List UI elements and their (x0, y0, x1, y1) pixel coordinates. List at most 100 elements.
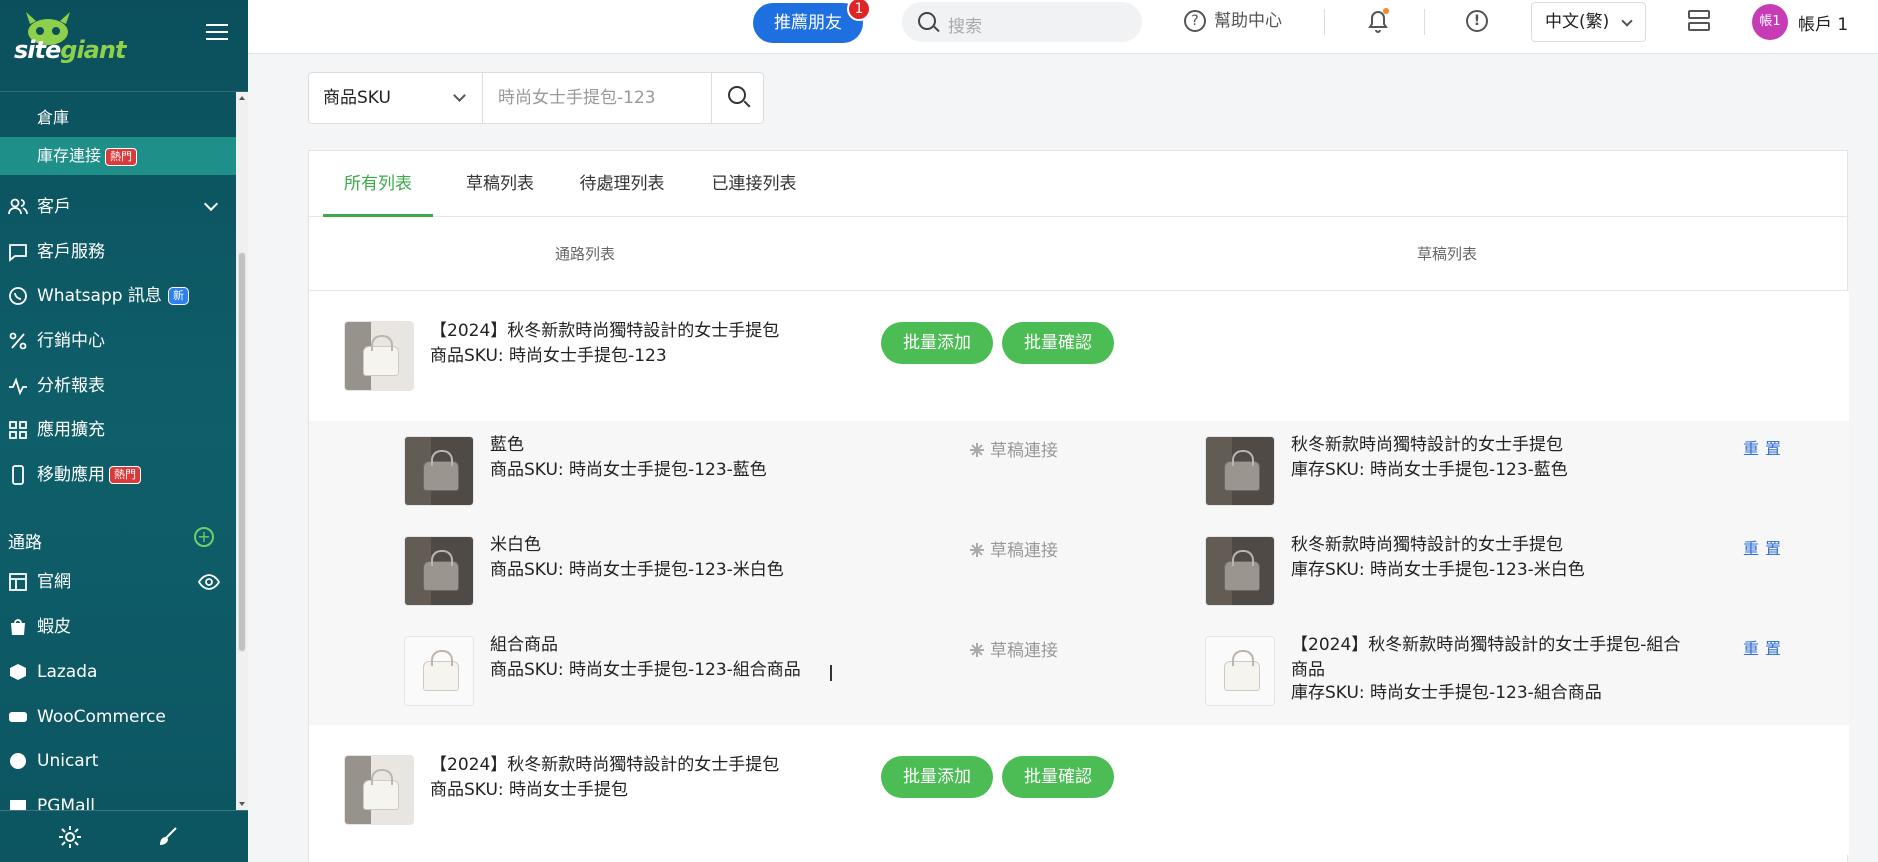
loading-icon (970, 643, 984, 657)
search-input[interactable]: 搜索 (902, 2, 1142, 42)
variant-sku: 商品SKU: 時尚女士手提包-123-米白色 (490, 560, 784, 580)
gear-icon[interactable] (58, 825, 82, 849)
sidebar-item-pgmall[interactable]: PGMall (0, 784, 236, 810)
eye-icon[interactable] (198, 574, 220, 590)
bell-icon[interactable] (1366, 8, 1390, 34)
sidebar-item-shopee[interactable]: 蝦皮 (0, 605, 236, 649)
draft-connect-status: 草稿連接 (970, 636, 1058, 661)
recommend-friend-button[interactable]: 推薦朋友 1 (753, 0, 871, 43)
draft-thumbnail (1205, 636, 1275, 706)
chevron-down-icon (1621, 15, 1633, 27)
top-bar: 推薦朋友 1 搜索 ? 幫助中心 ! 中文(繁) 帳1 帳戶 1 (248, 0, 1878, 54)
reset-link[interactable]: 重置 (1743, 435, 1787, 459)
draft-title: 秋冬新款時尚獨特設計的女士手提包 (1291, 535, 1563, 555)
batch-confirm-button[interactable]: 批量確認 (1002, 322, 1114, 364)
variant-name: 組合商品 (490, 635, 558, 655)
search-icon (918, 12, 936, 30)
batch-add-button[interactable]: 批量添加 (881, 756, 993, 798)
divider (1324, 9, 1325, 35)
logo-area: sitegiant (0, 0, 248, 92)
batch-add-button[interactable]: 批量添加 (881, 322, 993, 364)
sku-filter: 商品SKU 時尚女士手提包-123 (308, 72, 764, 124)
variant-thumbnail (404, 636, 474, 706)
variant-sku: 商品SKU: 時尚女士手提包-123-組合商品 (490, 660, 801, 680)
draft-connect-status: 草稿連接 (970, 436, 1058, 461)
draft-connect-status: 草稿連接 (970, 536, 1058, 561)
sidebar-item-mobile-app[interactable]: 移動應用 熱門 (0, 453, 236, 497)
product-group: 【2024】秋冬新款時尚獨特設計的女士手提包 商品SKU: 時尚女士手提包 批量… (309, 725, 1849, 855)
product-sku: 商品SKU: 時尚女士手提包-123 (430, 346, 667, 366)
tab-connected[interactable]: 已連接列表 (689, 151, 819, 217)
product-title: 【2024】秋冬新款時尚獨特設計的女士手提包 (430, 755, 780, 775)
sidebar-item-website[interactable]: 官網 (0, 560, 236, 604)
add-channel-icon[interactable]: + (194, 527, 214, 547)
sidebar-item-unicart[interactable]: Unicart (0, 739, 236, 783)
sidebar-item-lazada[interactable]: Lazada (0, 650, 236, 694)
product-thumbnail (344, 755, 414, 825)
variant-sku: 商品SKU: 時尚女士手提包-123-藍色 (490, 460, 767, 480)
question-icon: ? (1184, 10, 1206, 32)
avatar[interactable]: 帳1 (1752, 4, 1788, 40)
draft-thumbnail (1205, 436, 1275, 506)
draft-thumbnail (1205, 536, 1275, 606)
column-headers: 通路列表 草稿列表 (309, 217, 1849, 291)
column-draft-list: 草稿列表 (1417, 245, 1478, 263)
loading-icon (970, 443, 984, 457)
server-icon[interactable] (1688, 10, 1710, 32)
variant-thumbnail (404, 436, 474, 506)
variant-thumbnail (404, 536, 474, 606)
percent-icon (9, 332, 27, 350)
filter-search-input[interactable]: 時尚女士手提包-123 (484, 73, 710, 123)
sitegiant-logo[interactable]: sitegiant (12, 12, 126, 68)
sidebar-item-marketing[interactable]: 行銷中心 (0, 319, 236, 363)
filter-search-button[interactable] (711, 73, 763, 123)
tab-all[interactable]: 所有列表 (323, 151, 433, 217)
woo-icon (9, 712, 27, 722)
tab-pending[interactable]: 待處理列表 (557, 151, 687, 217)
sidebar-item-customers[interactable]: 客戶 (0, 185, 236, 229)
sidebar: sitegiant 倉庫 庫存連接 熱門 客戶 客戶服務 Whatsapp 訊息新… (0, 0, 248, 862)
account-label[interactable]: 帳戶 1 (1798, 10, 1848, 35)
language-select[interactable]: 中文(繁) (1531, 2, 1646, 42)
batch-confirm-button[interactable]: 批量確認 (1002, 756, 1114, 798)
new-badge: 新 (167, 287, 189, 305)
variant-row: 組合商品 商品SKU: 時尚女士手提包-123-組合商品 草稿連接 【2024】… (309, 621, 1849, 725)
sidebar-item-inventory-connect[interactable]: 庫存連接 熱門 (0, 137, 236, 175)
sidebar-footer (0, 810, 248, 862)
variant-row: 藍色 商品SKU: 時尚女士手提包-123-藍色 草稿連接 秋冬新款時尚獨特設計… (309, 421, 1849, 521)
hot-badge: 熱門 (109, 466, 141, 484)
variant-name: 藍色 (490, 435, 524, 455)
listing-panel: 所有列表 草稿列表 待處理列表 已連接列表 通路列表 草稿列表 【2024】秋冬… (308, 150, 1849, 862)
reset-link[interactable]: 重置 (1743, 635, 1787, 659)
sidebar-item-customer-service[interactable]: 客戶服務 (0, 230, 236, 274)
draft-sku: 庫存SKU: 時尚女士手提包-123-藍色 (1291, 460, 1568, 480)
brush-icon[interactable] (156, 825, 180, 849)
reset-link[interactable]: 重置 (1743, 535, 1787, 559)
draft-title-continued: 商品 (1291, 660, 1325, 680)
draft-title: 【2024】秋冬新款時尚獨特設計的女士手提包-組合 (1291, 635, 1681, 655)
users-icon (8, 198, 28, 215)
whatsapp-icon (9, 287, 27, 305)
sidebar-item-whatsapp[interactable]: Whatsapp 訊息新 (0, 274, 236, 318)
sidebar-item-woocommerce[interactable]: WooCommerce (0, 695, 236, 739)
sidebar-item-warehouse[interactable]: 倉庫 (0, 99, 236, 137)
draft-title: 秋冬新款時尚獨特設計的女士手提包 (1291, 435, 1563, 455)
sidebar-item-analytics[interactable]: 分析報表 (0, 364, 236, 408)
sidebar-nav: 倉庫 庫存連接 熱門 客戶 客戶服務 Whatsapp 訊息新 行銷中心 分析報表… (0, 92, 236, 810)
search-icon (728, 86, 746, 104)
product-sku: 商品SKU: 時尚女士手提包 (430, 780, 629, 800)
alert-icon[interactable]: ! (1466, 10, 1488, 32)
text-cursor-icon (830, 665, 832, 681)
divider (1424, 9, 1425, 35)
filter-field-select[interactable]: 商品SKU (309, 73, 483, 123)
menu-toggle-icon[interactable] (206, 24, 228, 42)
logo-text: sitegiant (14, 36, 126, 64)
tab-drafts[interactable]: 草稿列表 (445, 151, 555, 217)
product-group: 【2024】秋冬新款時尚獨特設計的女士手提包 商品SKU: 時尚女士手提包-12… (309, 291, 1849, 421)
help-center-link[interactable]: ? 幫助中心 (1184, 6, 1282, 36)
chevron-down-icon (203, 196, 219, 212)
sidebar-scrollbar[interactable] (236, 92, 248, 810)
sidebar-item-apps[interactable]: 應用擴充 (0, 408, 236, 452)
list-tabs: 所有列表 草稿列表 待處理列表 已連接列表 (309, 151, 1849, 217)
layout-icon (9, 573, 27, 591)
